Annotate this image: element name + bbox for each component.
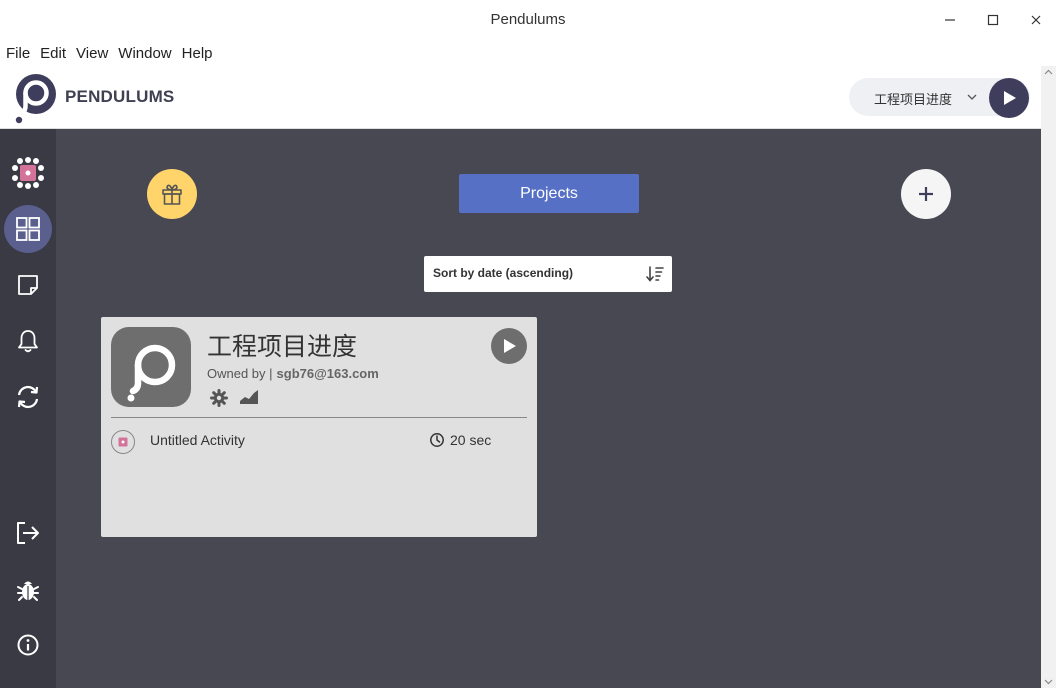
play-icon	[504, 339, 516, 353]
activity-icon	[111, 430, 135, 454]
projects-button[interactable]: Projects	[459, 174, 639, 213]
project-select-value: 工程项目进度	[874, 92, 953, 107]
sort-select-value: Sort by date (ascending)	[433, 266, 574, 280]
card-divider	[111, 417, 527, 418]
activity-chip-icon	[118, 437, 128, 447]
menu-file[interactable]: File	[6, 43, 30, 64]
window-title: Pendulums	[490, 11, 566, 28]
logout-icon	[17, 522, 39, 544]
maximize-icon	[987, 14, 999, 26]
info-icon	[17, 634, 39, 656]
sidebar-item-about[interactable]	[4, 621, 52, 669]
clock-icon	[430, 433, 444, 447]
sidebar-item-notes[interactable]	[4, 261, 52, 309]
menu-bar: File Edit View Window Help	[0, 40, 1056, 66]
play-icon	[1004, 91, 1016, 105]
maximize-button[interactable]	[980, 8, 1006, 32]
app-header: PENDULUMS 工程项目进度	[0, 66, 1041, 129]
sync-icon	[17, 385, 39, 409]
sidebar-item-activities[interactable]	[4, 149, 52, 197]
owner-prefix: Owned by |	[207, 366, 273, 381]
owner-email: sgb76@163.com	[276, 366, 379, 381]
vertical-scrollbar[interactable]	[1041, 66, 1056, 688]
sidebar	[0, 129, 56, 688]
chevron-down-icon	[967, 94, 977, 100]
gift-icon	[162, 184, 182, 205]
project-card[interactable]: 工程项目进度 Owned by | sgb76@163.com Untitled …	[101, 317, 537, 537]
scroll-up-arrow-icon[interactable]	[1044, 69, 1053, 75]
activity-chip-icon	[12, 157, 44, 189]
brand-name: PENDULUMS	[65, 87, 175, 106]
activity-duration: 20 sec	[450, 432, 492, 448]
sidebar-item-report-bug[interactable]	[4, 566, 52, 614]
window-titlebar: Pendulums	[0, 0, 1056, 40]
sidebar-item-projects[interactable]	[4, 205, 52, 253]
grid-icon	[16, 217, 40, 241]
sidebar-item-notifications[interactable]	[4, 317, 52, 365]
start-project-button[interactable]	[989, 78, 1029, 118]
gear-icon[interactable]	[209, 388, 229, 408]
menu-window[interactable]: Window	[118, 43, 171, 64]
stats-chart-icon[interactable]	[239, 389, 259, 405]
menu-help[interactable]: Help	[182, 43, 213, 64]
pendulums-logo-icon	[15, 74, 56, 124]
minimize-icon	[945, 19, 955, 21]
project-owner: Owned by | sgb76@163.com	[207, 366, 379, 381]
start-project-button[interactable]	[491, 328, 527, 364]
project-title: 工程项目进度	[207, 333, 358, 361]
bell-icon	[18, 330, 38, 353]
menu-view[interactable]: View	[76, 43, 108, 64]
sort-descending-icon	[646, 266, 664, 282]
minimize-button[interactable]	[937, 8, 963, 32]
close-button[interactable]	[1023, 8, 1049, 32]
note-icon	[18, 275, 38, 295]
activity-name: Untitled Activity	[150, 432, 245, 448]
scroll-down-arrow-icon[interactable]	[1044, 679, 1053, 685]
close-icon	[1031, 15, 1041, 25]
sort-select[interactable]: Sort by date (ascending)	[424, 256, 672, 292]
project-logo	[111, 327, 191, 407]
menu-edit[interactable]: Edit	[40, 43, 66, 64]
sidebar-item-sync[interactable]	[4, 373, 52, 421]
gift-button[interactable]	[147, 169, 197, 219]
bug-icon	[17, 581, 39, 601]
pendulums-logo-icon	[127, 344, 176, 402]
main-content: Projects Sort by date (ascending) 工程项目进度…	[56, 129, 1041, 688]
plus-icon	[919, 187, 933, 201]
add-project-button[interactable]	[901, 169, 951, 219]
sidebar-item-logout[interactable]	[4, 509, 52, 557]
